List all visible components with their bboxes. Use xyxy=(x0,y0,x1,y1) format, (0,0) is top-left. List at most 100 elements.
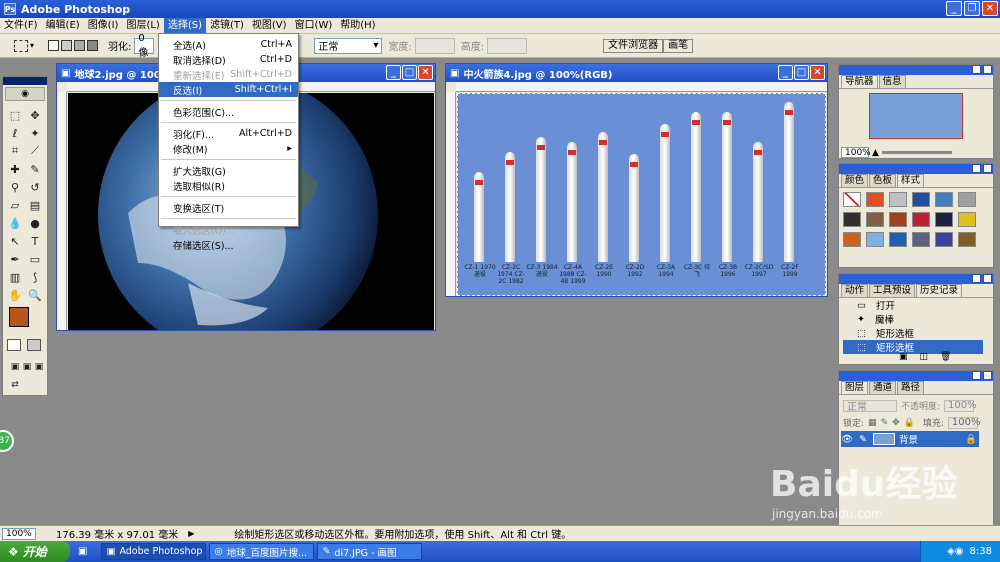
history-brush-icon[interactable]: ↺ xyxy=(27,179,43,195)
tray-icons[interactable]: ◈◉ xyxy=(947,546,963,557)
path-selection-icon[interactable]: ↖ xyxy=(7,233,23,249)
panel-minimize-icon[interactable] xyxy=(972,274,981,283)
panel-close-icon[interactable] xyxy=(983,371,992,380)
document-titlebar[interactable]: ▣ 中火箭族4.jpg @ 100%(RGB) _ □ ✕ xyxy=(446,64,827,82)
height-input[interactable] xyxy=(487,37,528,54)
doc-close-button[interactable]: ✕ xyxy=(810,65,825,80)
tab-navigator[interactable]: 导航器 xyxy=(841,75,878,88)
tab-info[interactable]: 信息 xyxy=(878,75,906,88)
style-swatch[interactable] xyxy=(889,212,907,227)
panel-minimize-icon[interactable] xyxy=(972,164,981,173)
style-swatch[interactable] xyxy=(958,212,976,227)
clone-stamp-icon[interactable]: ⚲ xyxy=(7,179,23,195)
taskbar-item-browser[interactable]: ◎ 地球_百度图片搜... xyxy=(209,543,315,560)
menu-edit[interactable]: 编辑(E) xyxy=(42,18,84,34)
lock-move-icon[interactable]: ✥ xyxy=(892,418,900,428)
navigator-zoom-input[interactable]: 100% xyxy=(841,147,871,158)
type-icon[interactable]: T xyxy=(27,233,43,249)
tab-paths[interactable]: 路径 xyxy=(897,381,925,394)
notes-icon[interactable]: ▥ xyxy=(7,269,23,285)
eye-icon[interactable]: 👁 xyxy=(841,434,853,445)
menu-help[interactable]: 帮助(H) xyxy=(336,18,379,34)
style-swatch[interactable] xyxy=(866,212,884,227)
eyedropper-icon[interactable]: ⟆ xyxy=(27,269,43,285)
file-browser-tab[interactable]: 文件浏览器 xyxy=(603,38,664,53)
eraser-icon[interactable]: ▱ xyxy=(7,197,23,213)
doc-minimize-button[interactable]: _ xyxy=(386,65,401,80)
history-item[interactable]: ✦ 魔棒 xyxy=(843,312,983,327)
blur-icon[interactable]: 💧 xyxy=(7,215,23,231)
new-selection-icon[interactable] xyxy=(48,40,60,51)
panel-minimize-icon[interactable] xyxy=(972,65,981,74)
menu-item-similar[interactable]: 选取相似(R) xyxy=(159,178,298,193)
status-zoom[interactable]: 100% xyxy=(2,527,36,540)
tab-styles[interactable]: 样式 xyxy=(897,174,925,187)
menu-view[interactable]: 视图(V) xyxy=(248,18,291,34)
style-swatch[interactable] xyxy=(912,192,930,207)
doc-close-button[interactable]: ✕ xyxy=(418,65,433,80)
status-arrow-icon[interactable]: ▶ xyxy=(188,529,194,538)
panel-titlebar[interactable] xyxy=(839,371,993,381)
chevron-down-icon[interactable]: ▾ xyxy=(30,41,34,50)
menu-item-transform-selection[interactable]: 变换选区(T) xyxy=(159,200,298,215)
tab-history[interactable]: 历史记录 xyxy=(916,284,963,297)
tab-tool-presets[interactable]: 工具预设 xyxy=(869,284,916,297)
crop-icon[interactable]: ⌗ xyxy=(7,143,23,159)
opacity-input[interactable]: 100% xyxy=(944,399,977,412)
width-input[interactable] xyxy=(414,37,455,54)
doc-maximize-button[interactable]: □ xyxy=(794,65,809,80)
style-swatch[interactable] xyxy=(912,212,930,227)
navigator-thumbnail[interactable] xyxy=(869,93,963,139)
fill-input[interactable]: 100% xyxy=(947,416,981,429)
brushes-tab[interactable]: 画笔 xyxy=(663,38,694,53)
history-item[interactable]: ⬚ 矩形选框 xyxy=(843,326,983,341)
menu-window[interactable]: 窗口(W) xyxy=(291,18,337,34)
style-swatch[interactable] xyxy=(912,232,930,247)
zoom-slider[interactable] xyxy=(881,151,952,154)
menu-layer[interactable]: 图层(L) xyxy=(122,18,163,34)
standard-mode-icon[interactable] xyxy=(7,339,21,351)
subtract-selection-icon[interactable] xyxy=(74,40,86,51)
style-swatch[interactable] xyxy=(889,232,907,247)
lock-transparency-icon[interactable]: ▦ xyxy=(868,418,877,428)
feather-input[interactable]: 0 像 xyxy=(134,33,155,59)
magic-wand-icon[interactable]: ✦ xyxy=(27,125,43,141)
hand-icon[interactable]: ✋ xyxy=(7,287,23,303)
panel-close-icon[interactable] xyxy=(983,65,992,74)
menu-item-deselect[interactable]: 取消选择(D) Ctrl+D xyxy=(159,52,298,67)
panel-minimize-icon[interactable] xyxy=(972,371,981,380)
close-button[interactable]: ✕ xyxy=(982,1,998,16)
menu-item-save-selection[interactable]: 存储选区(S)... xyxy=(159,237,298,252)
style-swatch[interactable] xyxy=(958,232,976,247)
marquee-icon[interactable]: ⬚ xyxy=(7,107,23,123)
menu-item-reselect[interactable]: 重新选择(E) Shift+Ctrl+D xyxy=(159,67,298,82)
taskbar-item-photoshop[interactable]: ▣ Adobe Photoshop xyxy=(101,543,207,560)
add-selection-icon[interactable] xyxy=(61,40,73,51)
blend-mode-select[interactable]: 正常 xyxy=(843,399,897,413)
style-swatch[interactable] xyxy=(958,192,976,207)
panel-titlebar[interactable] xyxy=(839,65,993,75)
quick-mask-icon[interactable] xyxy=(27,339,41,351)
gradient-icon[interactable]: ▤ xyxy=(27,197,43,213)
screen-mode-full-icon[interactable]: ▣ xyxy=(31,359,47,375)
panel-titlebar[interactable] xyxy=(839,274,993,284)
style-swatch[interactable] xyxy=(843,232,861,247)
style-swatch[interactable] xyxy=(866,192,884,207)
menu-item-grow[interactable]: 扩大选取(G) xyxy=(159,163,298,178)
menu-item-load-selection[interactable]: 载入选区(O)... xyxy=(159,222,298,237)
menu-item-inverse[interactable]: 反选(I) Shift+Ctrl+I xyxy=(159,82,298,97)
start-button[interactable]: ❖ 开始 xyxy=(0,541,70,562)
menu-item-color-range[interactable]: 色彩范围(C)... xyxy=(159,104,298,119)
style-swatch[interactable] xyxy=(866,232,884,247)
pen-icon[interactable]: ✒ xyxy=(7,251,23,267)
tab-color[interactable]: 颜色 xyxy=(841,174,869,187)
intersect-selection-icon[interactable] xyxy=(87,40,99,51)
tab-layers[interactable]: 图层 xyxy=(841,381,869,394)
tab-channels[interactable]: 通道 xyxy=(869,381,897,394)
marquee-tool-icon[interactable] xyxy=(14,39,28,52)
new-snapshot-icon[interactable]: ◫ xyxy=(920,352,929,362)
brush-icon[interactable]: ✎ xyxy=(27,161,43,177)
restore-button[interactable]: ❐ xyxy=(964,1,980,16)
style-swatch[interactable] xyxy=(843,212,861,227)
move-icon[interactable]: ✥ xyxy=(27,107,43,123)
